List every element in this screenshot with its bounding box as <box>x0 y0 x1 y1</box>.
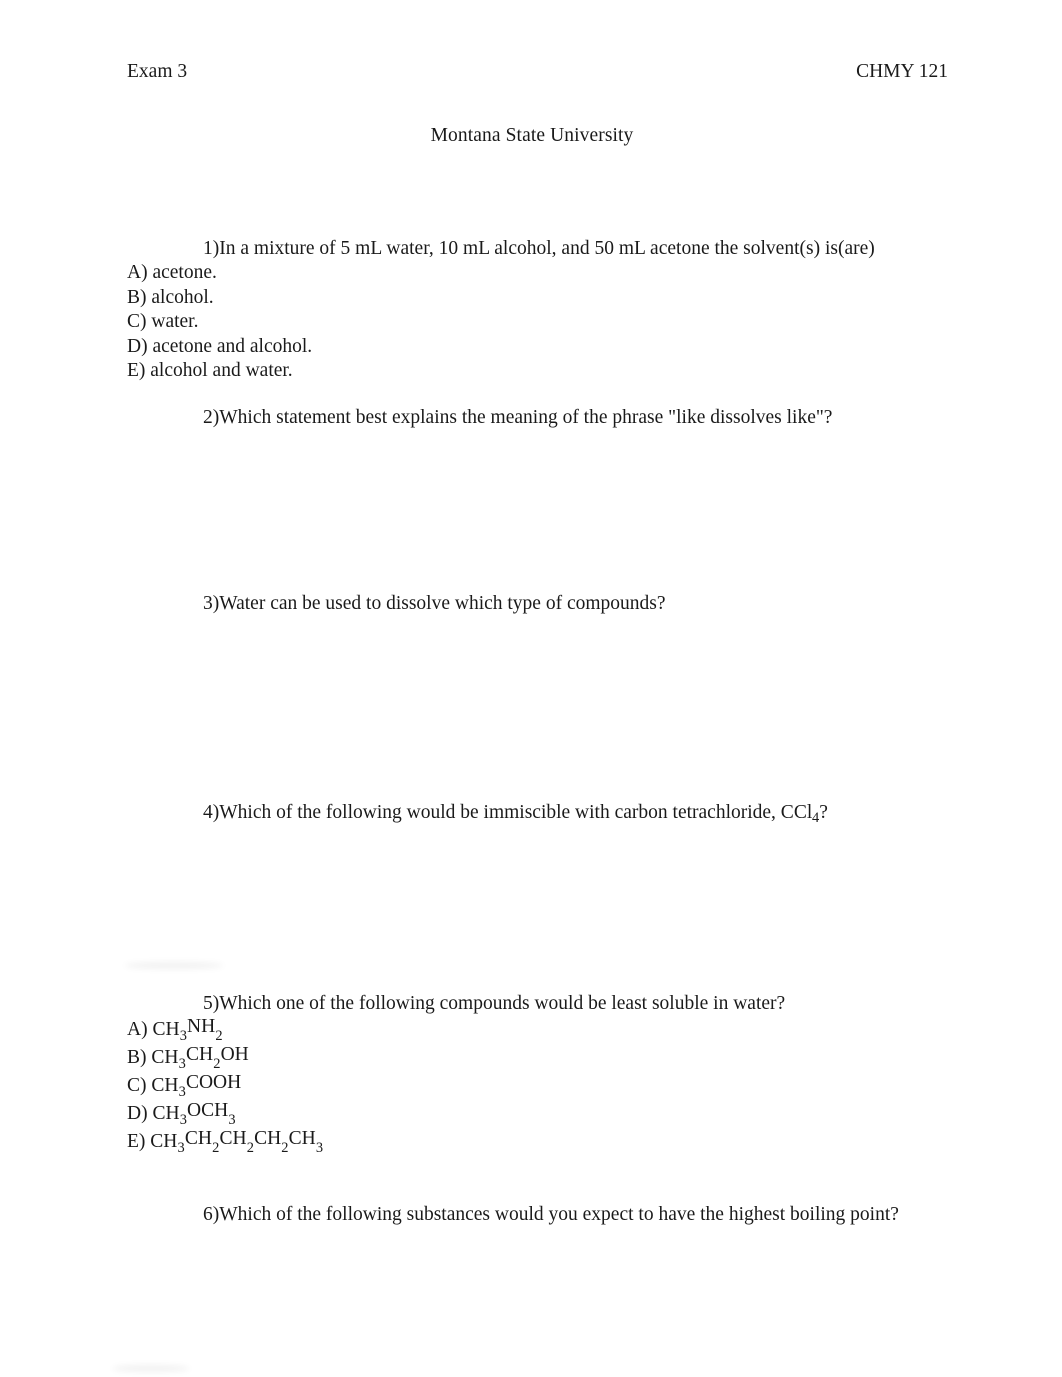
course-code: CHMY 121 <box>856 61 948 82</box>
option-c-letter: C) <box>127 311 147 333</box>
option-a-letter: A) <box>127 262 148 284</box>
question-4-text: Which of the following would be immiscib… <box>219 802 813 823</box>
option-b[interactable]: B) CH3CH2OH <box>127 1044 957 1072</box>
question-2: 2)Which statement best explains the mean… <box>127 406 957 430</box>
question-1-text: In a mixture of 5 mL water, 10 mL alcoho… <box>219 238 875 259</box>
question-6-text: Which of the following substances would … <box>219 1204 899 1225</box>
option-b-formula: CH3CH2OH <box>151 1044 249 1072</box>
option-b-letter: B) <box>127 1047 147 1069</box>
option-b[interactable]: B) alcohol. <box>127 286 957 310</box>
question-3-number: 3) <box>203 593 220 614</box>
option-e[interactable]: E) CH3CH2CH2CH2CH3 <box>127 1128 957 1156</box>
page-header: Exam 3 CHMY 121 <box>127 60 948 84</box>
option-d[interactable]: D) acetone and alcohol. <box>127 335 957 359</box>
exam-page: Exam 3 CHMY 121 Montana State University… <box>0 0 1062 1377</box>
question-2-prompt: 2)Which statement best explains the mean… <box>127 406 957 430</box>
question-1-number: 1) <box>203 238 220 259</box>
question-6-prompt: 6)Which of the following substances woul… <box>127 1203 957 1227</box>
question-2-number: 2) <box>203 407 220 428</box>
question-4-text-tail: ? <box>819 802 828 823</box>
option-d-letter: D) <box>127 1103 148 1125</box>
option-e-letter: E) <box>127 360 146 381</box>
option-c-formula: CH3COOH <box>151 1072 242 1100</box>
option-c[interactable]: C) CH3COOH <box>127 1072 957 1100</box>
option-d-formula: CH3OCH3 <box>152 1100 236 1128</box>
question-2-text: Which statement best explains the meanin… <box>219 407 833 428</box>
option-e[interactable]: E) alcohol and water. <box>127 359 957 383</box>
option-a-formula: CH3NH2 <box>152 1016 223 1044</box>
question-4: 4)Which of the following would be immisc… <box>127 801 957 826</box>
question-3-prompt: 3)Water can be used to dissolve which ty… <box>127 592 957 616</box>
option-e-formula: CH3CH2CH2CH2CH3 <box>150 1128 324 1156</box>
question-6-number: 6) <box>203 1204 220 1225</box>
option-c[interactable]: C) water. <box>127 310 957 334</box>
institution-name: Montana State University <box>430 125 634 146</box>
question-6: 6)Which of the following substances woul… <box>127 1203 957 1227</box>
question-5-prompt: 5)Which one of the following compounds w… <box>127 992 957 1016</box>
option-b-text: alcohol. <box>151 286 214 308</box>
option-c-letter: C) <box>127 1075 147 1097</box>
scan-smudge-upper <box>124 962 224 969</box>
option-d-letter: D) <box>127 335 148 357</box>
option-b-letter: B) <box>127 286 147 308</box>
question-5-options: A) CH3NH2 B) CH3CH2OH C) CH3COOH D) CH3O… <box>127 1016 957 1156</box>
option-a-letter: A) <box>127 1019 148 1041</box>
option-d-text: acetone and alcohol. <box>152 335 313 357</box>
option-e-text: alcohol and water. <box>150 360 293 381</box>
option-a[interactable]: A) CH3NH2 <box>127 1016 957 1044</box>
option-d[interactable]: D) CH3OCH3 <box>127 1100 957 1128</box>
question-1-options: A) acetone. B) alcohol. C) water. D) ace… <box>127 261 957 383</box>
question-4-number: 4) <box>203 802 220 823</box>
scan-smudge-lower <box>112 1365 190 1372</box>
question-1: 1)In a mixture of 5 mL water, 10 mL alco… <box>127 237 957 383</box>
option-a[interactable]: A) acetone. <box>127 261 957 285</box>
question-3: 3)Water can be used to dissolve which ty… <box>127 592 957 616</box>
option-c-text: water. <box>151 311 199 333</box>
question-3-text: Water can be used to dissolve which type… <box>219 593 666 614</box>
question-1-prompt: 1)In a mixture of 5 mL water, 10 mL alco… <box>127 237 957 261</box>
option-a-text: acetone. <box>152 262 217 284</box>
exam-title: Exam 3 <box>127 61 188 82</box>
option-e-letter: E) <box>127 1131 146 1153</box>
institution-name-row: Montana State University <box>0 124 1062 148</box>
question-4-prompt: 4)Which of the following would be immisc… <box>127 801 957 826</box>
question-5-text: Which one of the following compounds wou… <box>219 993 786 1014</box>
question-5: 5)Which one of the following compounds w… <box>127 992 957 1156</box>
